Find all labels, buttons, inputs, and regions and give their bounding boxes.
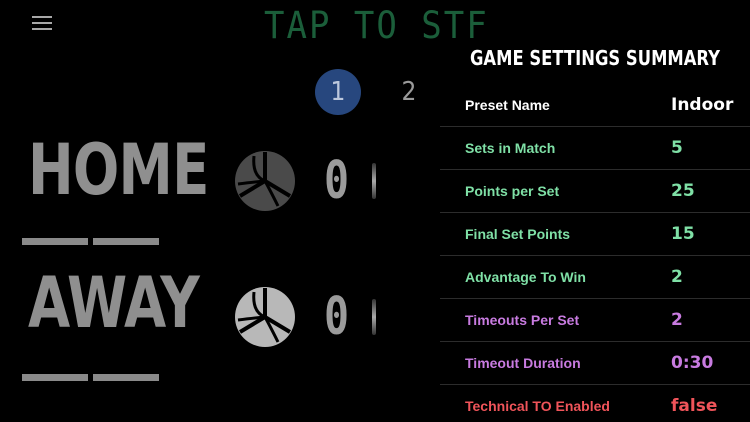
volleyball-icon[interactable]	[234, 150, 296, 212]
menu-bar	[32, 16, 52, 18]
settings-row-sets-in-match[interactable]: Sets in Match 5	[440, 126, 750, 169]
settings-row-label: Advantage To Win	[465, 269, 586, 285]
home-underline-right	[93, 238, 159, 245]
settings-row-label: Technical TO Enabled	[465, 398, 610, 414]
settings-row-label: Preset Name	[465, 97, 550, 113]
settings-row-value: 2	[671, 267, 683, 287]
settings-row-label: Points per Set	[465, 183, 560, 199]
away-score[interactable]: 0	[324, 291, 349, 343]
settings-row-value: false	[671, 396, 718, 416]
volleyball-icon[interactable]	[234, 286, 296, 348]
settings-row-preset-name[interactable]: Preset Name Indoor	[440, 84, 750, 126]
home-score[interactable]: 0	[324, 155, 349, 207]
away-underline-left	[22, 374, 88, 381]
settings-row-timeouts-per-set[interactable]: Timeouts Per Set 2	[440, 298, 750, 341]
settings-list: Preset Name Indoor Sets in Match 5 Point…	[440, 84, 750, 422]
settings-row-technical-to-enabled[interactable]: Technical TO Enabled false	[440, 384, 750, 422]
settings-row-label: Timeouts Per Set	[465, 312, 580, 328]
set-tab-1[interactable]: 1	[315, 69, 361, 115]
away-team-name[interactable]: AWAY	[28, 268, 200, 338]
settings-row-value: 5	[671, 138, 683, 158]
away-score-edge	[372, 299, 376, 335]
home-team-name[interactable]: HOME	[28, 135, 209, 205]
settings-row-timeout-duration[interactable]: Timeout Duration 0:30	[440, 341, 750, 384]
settings-row-value: Indoor	[671, 95, 734, 115]
away-underline-right	[93, 374, 159, 381]
hamburger-menu-icon[interactable]	[32, 16, 52, 32]
home-score-edge	[372, 163, 376, 199]
set-tab-2[interactable]: 2	[386, 69, 432, 115]
settings-row-value: 0:30	[671, 353, 714, 373]
settings-row-label: Sets in Match	[465, 140, 556, 156]
settings-row-points-per-set[interactable]: Points per Set 25	[440, 169, 750, 212]
settings-row-final-set-points[interactable]: Final Set Points 15	[440, 212, 750, 255]
settings-row-label: Final Set Points	[465, 226, 571, 242]
settings-row-advantage-to-win[interactable]: Advantage To Win 2	[440, 255, 750, 298]
settings-row-label: Timeout Duration	[465, 355, 581, 371]
game-settings-summary-panel: GAME SETTINGS SUMMARY Preset Name Indoor…	[440, 38, 750, 422]
settings-row-value: 25	[671, 181, 695, 201]
menu-bar	[32, 28, 52, 30]
panel-title: GAME SETTINGS SUMMARY	[469, 46, 721, 70]
menu-bar	[32, 22, 52, 24]
home-underline-left	[22, 238, 88, 245]
settings-row-value: 15	[671, 224, 695, 244]
settings-row-value: 2	[671, 310, 683, 330]
